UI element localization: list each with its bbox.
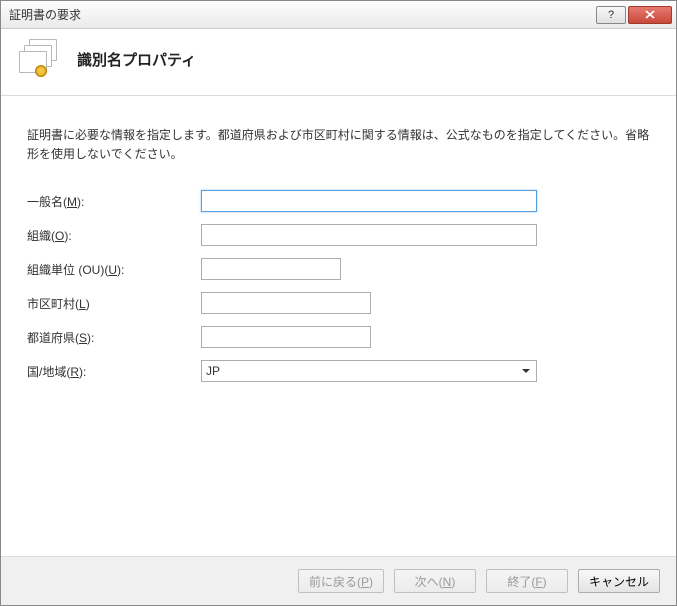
- next-button[interactable]: 次へ(N): [394, 569, 476, 593]
- row-organization: 組織(O):: [27, 224, 650, 246]
- close-icon: [645, 10, 655, 19]
- label-common-name: 一般名(M):: [27, 193, 201, 210]
- description-text: 証明書に必要な情報を指定します。都道府県および市区町村に関する情報は、公式なもの…: [27, 126, 650, 164]
- label-organization: 組織(O):: [27, 227, 201, 244]
- dialog-content: 証明書に必要な情報を指定します。都道府県および市区町村に関する情報は、公式なもの…: [1, 96, 676, 556]
- dialog-footer: 前に戻る(P) 次へ(N) 終了(F) キャンセル: [1, 556, 676, 605]
- page-title: 識別名プロパティ: [77, 49, 196, 70]
- certificate-icon: [19, 39, 63, 79]
- label-country: 国/地域(R):: [27, 363, 201, 380]
- finish-button[interactable]: 終了(F): [486, 569, 568, 593]
- country-select[interactable]: JP: [201, 360, 537, 382]
- titlebar-buttons: ?: [596, 6, 672, 24]
- chevron-down-icon: [522, 369, 530, 373]
- row-org-unit: 組織単位 (OU)(U):: [27, 258, 650, 280]
- cancel-button[interactable]: キャンセル: [578, 569, 660, 593]
- window-title: 証明書の要求: [9, 6, 596, 23]
- label-org-unit: 組織単位 (OU)(U):: [27, 261, 201, 278]
- close-button[interactable]: [628, 6, 672, 24]
- country-value: JP: [206, 364, 522, 378]
- dialog-header: 識別名プロパティ: [1, 29, 676, 96]
- row-city: 市区町村(L): [27, 292, 650, 314]
- label-city: 市区町村(L): [27, 295, 201, 312]
- row-common-name: 一般名(M):: [27, 190, 650, 212]
- row-state: 都道府県(S):: [27, 326, 650, 348]
- help-button[interactable]: ?: [596, 6, 626, 24]
- organization-input[interactable]: [201, 224, 537, 246]
- city-input[interactable]: [201, 292, 371, 314]
- titlebar: 証明書の要求 ?: [1, 1, 676, 29]
- dialog-window: 証明書の要求 ? 識別名プロパティ 証明書に必要な情報を指定します。都道府県およ…: [0, 0, 677, 606]
- common-name-input[interactable]: [201, 190, 537, 212]
- org-unit-input[interactable]: [201, 258, 341, 280]
- back-button[interactable]: 前に戻る(P): [298, 569, 384, 593]
- row-country: 国/地域(R): JP: [27, 360, 650, 382]
- label-state: 都道府県(S):: [27, 329, 201, 346]
- state-input[interactable]: [201, 326, 371, 348]
